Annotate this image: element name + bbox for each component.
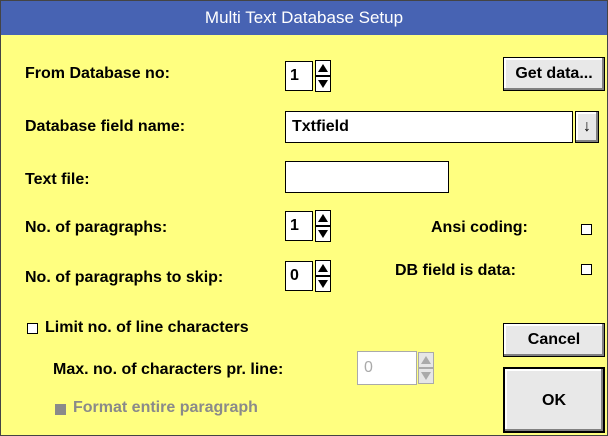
limit-line-chars-label[interactable]: Limit no. of line characters: [45, 319, 249, 337]
field-name-label: Database field name:: [25, 118, 186, 135]
spin-down-icon[interactable]: [315, 226, 331, 242]
text-file-label: Text file:: [25, 171, 90, 188]
spin-up-icon[interactable]: [315, 260, 331, 276]
spin-down-icon[interactable]: [315, 276, 331, 292]
spin-up-icon[interactable]: [418, 352, 434, 368]
paragraphs-spinner[interactable]: [315, 210, 331, 242]
spin-up-icon[interactable]: [315, 210, 331, 226]
get-data-button[interactable]: Get data...: [503, 57, 605, 91]
max-chars-label: Max. no. of characters pr. line:: [53, 361, 284, 378]
spin-up-icon[interactable]: [315, 60, 331, 76]
ansi-coding-checkbox[interactable]: [581, 224, 592, 235]
paragraphs-label: No. of paragraphs:: [25, 219, 168, 236]
spin-down-icon[interactable]: [315, 76, 331, 92]
text-file-input[interactable]: [285, 161, 449, 193]
from-database-input[interactable]: 1: [285, 61, 313, 91]
ansi-coding-label: Ansi coding:: [431, 219, 528, 236]
from-database-label: From Database no:: [25, 65, 170, 82]
spin-down-icon[interactable]: [418, 368, 434, 384]
db-field-is-data-label: DB field is data:: [395, 262, 516, 279]
skip-paragraphs-input[interactable]: 0: [285, 261, 313, 291]
dropdown-arrow-icon[interactable]: ↓: [575, 111, 599, 143]
paragraphs-input[interactable]: 1: [285, 211, 313, 241]
dialog-title: Multi Text Database Setup: [1, 1, 607, 35]
limit-line-chars-checkbox[interactable]: [27, 323, 38, 334]
format-entire-label: Format entire paragraph: [73, 399, 258, 416]
db-field-is-data-checkbox[interactable]: [581, 264, 592, 275]
max-chars-spinner[interactable]: [418, 352, 434, 384]
skip-paragraphs-spinner[interactable]: [315, 260, 331, 292]
setup-dialog: Multi Text Database Setup From Database …: [0, 0, 608, 436]
field-name-input[interactable]: Txtfield: [285, 111, 573, 143]
ok-button[interactable]: OK: [503, 367, 605, 433]
skip-paragraphs-label: No. of paragraphs to skip:: [25, 269, 224, 286]
from-database-spinner[interactable]: [315, 60, 331, 92]
format-entire-checkbox[interactable]: [55, 404, 66, 415]
max-chars-input[interactable]: 0: [357, 351, 417, 385]
cancel-button[interactable]: Cancel: [503, 323, 605, 357]
